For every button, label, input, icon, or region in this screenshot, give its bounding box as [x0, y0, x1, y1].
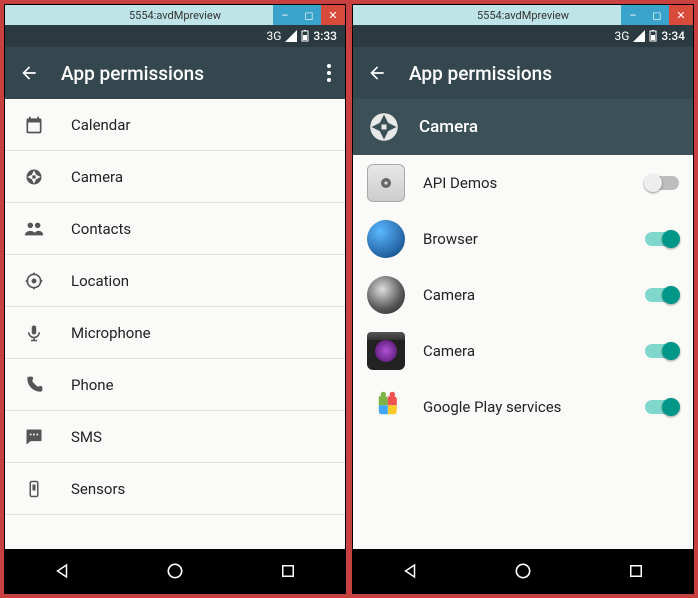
battery-icon — [649, 30, 657, 42]
nav-home-button[interactable] — [512, 560, 534, 582]
permission-label: Microphone — [71, 324, 151, 342]
app-row-play-services[interactable]: Google Play services — [353, 379, 693, 435]
toggle-switch[interactable] — [645, 232, 679, 246]
calendar-icon — [23, 115, 45, 135]
app-row-api-demos[interactable]: API Demos — [353, 155, 693, 211]
clock-label: 3:34 — [661, 29, 685, 43]
camera-aperture-icon — [23, 167, 45, 187]
camera-aperture-icon — [369, 112, 399, 142]
window-close-button[interactable]: ✕ — [669, 5, 693, 25]
status-bar: 3G 3:33 — [5, 25, 345, 47]
permission-label: Camera — [71, 168, 123, 186]
toggle-switch[interactable] — [645, 288, 679, 302]
overflow-menu-button[interactable] — [327, 64, 331, 82]
window-minimize-button[interactable]: – — [273, 5, 297, 25]
permission-sub-header: Camera — [353, 99, 693, 155]
toggle-switch[interactable] — [645, 176, 679, 190]
status-bar: 3G 3:34 — [353, 25, 693, 47]
window-close-button[interactable]: ✕ — [321, 5, 345, 25]
permission-label: Sensors — [71, 480, 125, 498]
permission-label: Calendar — [71, 116, 131, 134]
microphone-icon — [23, 323, 45, 343]
phone-icon — [23, 375, 45, 395]
battery-icon — [301, 30, 309, 42]
permission-label: Contacts — [71, 220, 131, 238]
app-label: Camera — [423, 286, 627, 304]
device-left: 5554:avdMpreview – ◻ ✕ 3G 3:33 App permi… — [4, 4, 346, 594]
permission-row-contacts[interactable]: Contacts — [5, 203, 345, 255]
app-bar: App permissions — [5, 47, 345, 99]
network-label: 3G — [614, 29, 629, 43]
window-title: 5554:avdMpreview — [477, 9, 569, 22]
apps-list: API Demos Browser Camera Camera — [353, 155, 693, 549]
nav-back-button[interactable] — [51, 560, 73, 582]
app-label: Browser — [423, 230, 627, 248]
device-right: 5554:avdMpreview – ◻ ✕ 3G 3:34 App permi… — [352, 4, 694, 594]
window-maximize-button[interactable]: ◻ — [297, 5, 321, 25]
app-row-camera-2[interactable]: Camera — [353, 323, 693, 379]
permission-row-camera[interactable]: Camera — [5, 151, 345, 203]
clock-label: 3:33 — [313, 29, 337, 43]
permission-label: Location — [71, 272, 129, 290]
window-controls: – ◻ ✕ — [273, 5, 345, 25]
permission-row-sensors[interactable]: Sensors — [5, 463, 345, 515]
window-title: 5554:avdMpreview — [129, 9, 221, 22]
signal-icon — [633, 30, 645, 42]
status-icons: 3G 3:33 — [266, 29, 337, 43]
page-title: App permissions — [61, 62, 305, 85]
navigation-bar — [353, 549, 693, 593]
permission-row-location[interactable]: Location — [5, 255, 345, 307]
window-titlebar: 5554:avdMpreview – ◻ ✕ — [353, 5, 693, 25]
location-icon — [23, 271, 45, 291]
toggle-switch[interactable] — [645, 400, 679, 414]
globe-icon — [367, 220, 405, 258]
permission-row-calendar[interactable]: Calendar — [5, 99, 345, 151]
signal-icon — [285, 30, 297, 42]
camera-app-icon — [367, 332, 405, 370]
app-bar: App permissions — [353, 47, 693, 99]
app-label: API Demos — [423, 174, 627, 192]
network-label: 3G — [266, 29, 281, 43]
back-arrow-icon[interactable] — [367, 63, 387, 83]
folder-gear-icon — [367, 164, 405, 202]
permission-row-microphone[interactable]: Microphone — [5, 307, 345, 359]
permission-row-sms[interactable]: SMS — [5, 411, 345, 463]
app-label: Camera — [423, 342, 627, 360]
contacts-icon — [23, 219, 45, 239]
window-minimize-button[interactable]: – — [621, 5, 645, 25]
app-row-camera-1[interactable]: Camera — [353, 267, 693, 323]
nav-back-button[interactable] — [399, 560, 421, 582]
permission-row-phone[interactable]: Phone — [5, 359, 345, 411]
page-title: App permissions — [409, 62, 679, 85]
play-services-icon — [367, 388, 405, 426]
sms-icon — [23, 427, 45, 447]
sensors-icon — [23, 479, 45, 499]
status-icons: 3G 3:34 — [614, 29, 685, 43]
nav-recent-button[interactable] — [277, 560, 299, 582]
toggle-switch[interactable] — [645, 344, 679, 358]
permissions-list: Calendar Camera Contacts Location Microp… — [5, 99, 345, 549]
window-titlebar: 5554:avdMpreview – ◻ ✕ — [5, 5, 345, 25]
sub-header-label: Camera — [419, 117, 478, 137]
navigation-bar — [5, 549, 345, 593]
nav-home-button[interactable] — [164, 560, 186, 582]
back-arrow-icon[interactable] — [19, 63, 39, 83]
window-controls: – ◻ ✕ — [621, 5, 693, 25]
permission-label: SMS — [71, 428, 102, 446]
app-label: Google Play services — [423, 398, 627, 416]
window-maximize-button[interactable]: ◻ — [645, 5, 669, 25]
permission-label: Phone — [71, 376, 114, 394]
lens-icon — [367, 276, 405, 314]
app-row-browser[interactable]: Browser — [353, 211, 693, 267]
nav-recent-button[interactable] — [625, 560, 647, 582]
